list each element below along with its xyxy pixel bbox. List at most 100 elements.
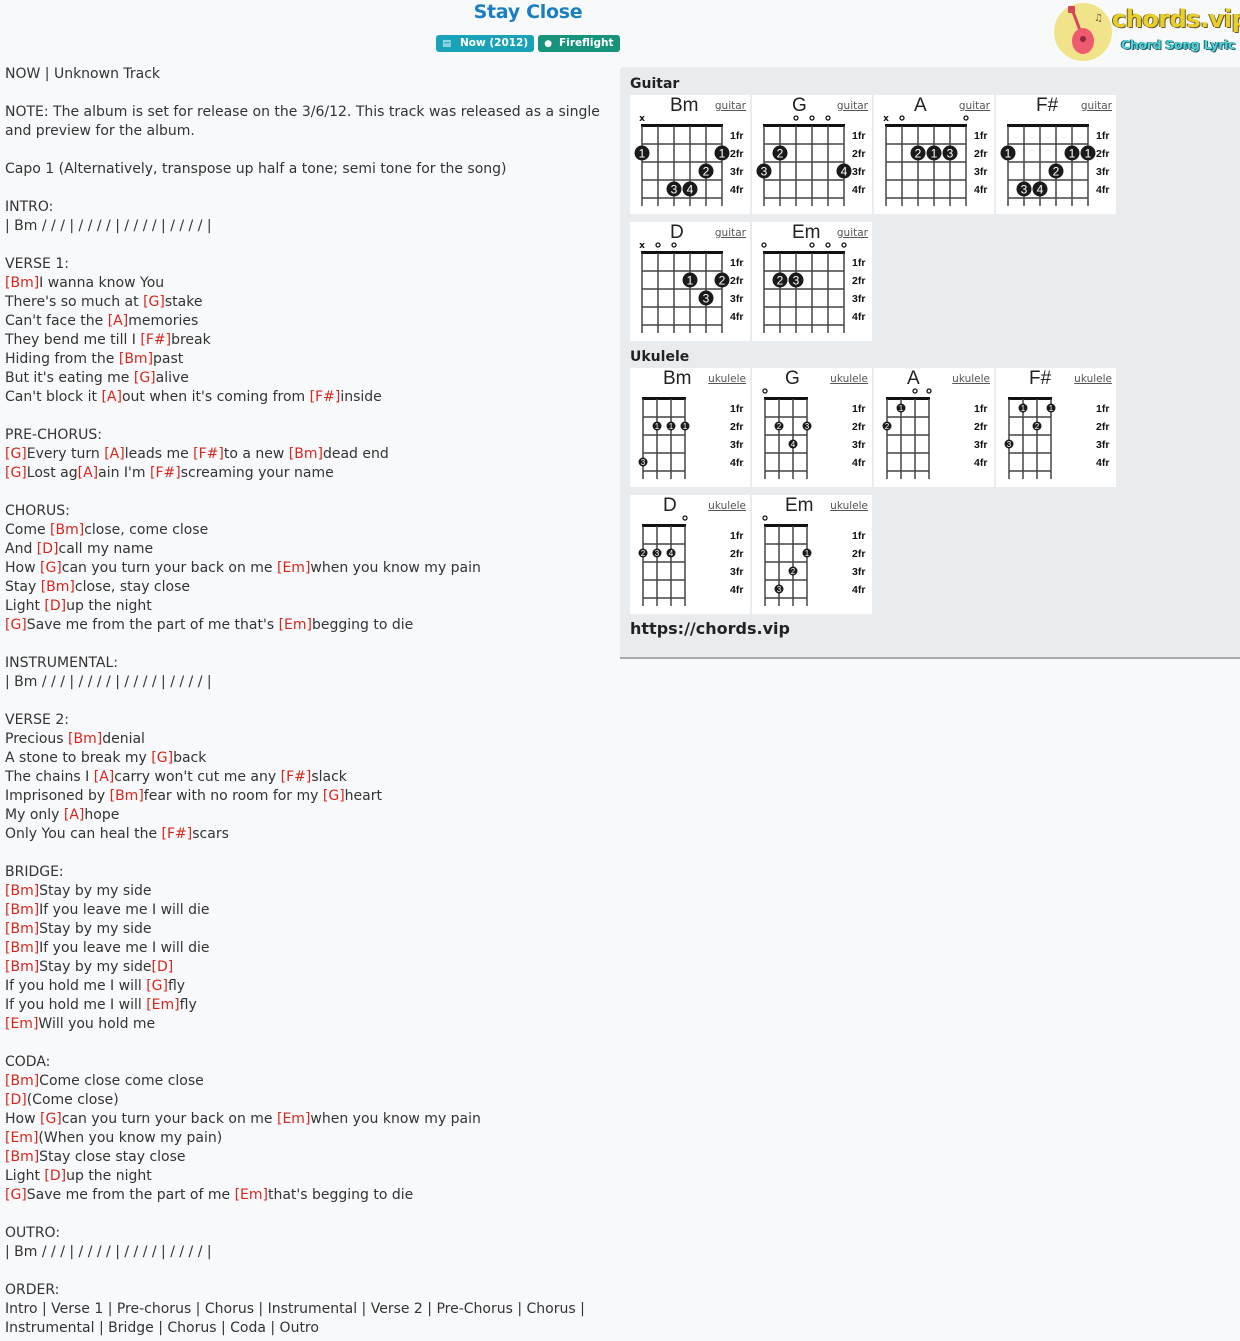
chord-link[interactable]: [Bm]: [41, 579, 75, 595]
chord-link[interactable]: [A]: [78, 465, 99, 481]
chord-link[interactable]: [Bm]: [5, 959, 39, 975]
lyric-line: CHORUS:: [5, 502, 605, 521]
logo-circle: ♫: [1054, 3, 1112, 61]
lyric-text: VERSE 1:: [5, 256, 69, 272]
open-string-marker: [762, 388, 768, 394]
guitar-chord-fsharp[interactable]: F# guitar 1fr 2fr 3fr 4fr 1 1 1 2 3 4: [996, 95, 1116, 214]
chord-link[interactable]: [Bm]: [289, 446, 323, 462]
chord-link[interactable]: [Bm]: [68, 731, 102, 747]
chord-link[interactable]: [A]: [104, 446, 125, 462]
chord-link[interactable]: [G]: [5, 446, 27, 462]
lyric-line: Light [D]up the night: [5, 597, 605, 616]
fret-label: 3fr: [852, 166, 865, 178]
chord-link[interactable]: [G]: [143, 294, 165, 310]
chord-link[interactable]: [F#]: [162, 826, 193, 842]
chord-link[interactable]: [Em]: [277, 1111, 310, 1127]
chord-link[interactable]: [A]: [108, 313, 129, 329]
lyric-text: to a new: [223, 446, 289, 462]
lyric-text: call my name: [58, 541, 154, 557]
chord-link[interactable]: [Bm]: [5, 902, 39, 918]
chord-link[interactable]: [F#]: [281, 769, 312, 785]
ukulele-chord-d[interactable]: Dukulele 1fr 2fr 3fr 4fr 2 3 4: [630, 495, 750, 614]
finger-number: 3: [671, 183, 678, 197]
chord-link[interactable]: [A]: [64, 807, 85, 823]
chord-link[interactable]: [Bm]: [50, 522, 84, 538]
fret-label: 2fr: [730, 275, 743, 287]
chord-link[interactable]: [G]: [40, 1111, 62, 1127]
chord-link[interactable]: [Em]: [5, 1016, 38, 1032]
chord-link[interactable]: [F#]: [150, 465, 181, 481]
chord-link[interactable]: [Bm]: [5, 921, 39, 937]
album-badge[interactable]: ▤ Now (2012): [436, 35, 535, 52]
lyric-line: But it's eating me [G]alive: [5, 369, 605, 388]
nut: [885, 124, 967, 127]
lyric-text: CHORUS:: [5, 503, 70, 519]
lyric-text: Save me from the part of me that's: [26, 617, 279, 633]
lyric-line: [Em]Will you hold me: [5, 1015, 605, 1034]
ukulele-chord-g[interactable]: Gukulele 1fr 2fr 3fr 4fr 2 3 4: [752, 368, 872, 487]
chord-link[interactable]: [D]: [44, 598, 66, 614]
lyric-text: INSTRUMENTAL:: [5, 655, 118, 671]
chord-link[interactable]: [Em]: [277, 560, 310, 576]
chord-link[interactable]: [Bm]: [5, 275, 39, 291]
finger-number: 1: [899, 404, 904, 413]
fret-label: 2fr: [852, 148, 865, 160]
open-string-marker: [761, 242, 767, 248]
chord-link[interactable]: [Bm]: [119, 351, 153, 367]
chord-link[interactable]: [Bm]: [110, 788, 144, 804]
chord-link[interactable]: [A]: [94, 769, 115, 785]
lyric-line: VERSE 1:: [5, 255, 605, 274]
guitar-chord-bm[interactable]: Bm guitar x 1fr 2fr 3fr 4fr 1 1 2 3 4: [630, 95, 750, 214]
fret-label: 1fr: [730, 130, 743, 142]
chord-link[interactable]: [D]: [152, 959, 174, 975]
ukulele-chord-em[interactable]: Em ukulele 1fr 2fr 3fr 4fr 1 2 3: [752, 495, 872, 614]
lyric-line: NOW | Unknown Track: [5, 65, 605, 84]
chord-link[interactable]: [G]: [40, 560, 62, 576]
svg-text:♫: ♫: [1094, 13, 1103, 24]
open-string-marker: [899, 115, 905, 121]
chord-link[interactable]: [F#]: [193, 446, 224, 462]
guitar-chord-g[interactable]: Gguitar 1fr 2fr 3fr 4fr 2 3 4: [752, 95, 872, 214]
chord-link[interactable]: [Em]: [279, 617, 312, 633]
chord-link[interactable]: [G]: [146, 978, 168, 994]
site-logo[interactable]: ♫ chords.vip Chord Song Lyric: [1054, 3, 1240, 61]
artist-badge[interactable]: ● Fireflight: [538, 35, 620, 52]
lyric-text: Can't block it: [5, 389, 102, 405]
lyric-text: A stone to break my: [5, 750, 152, 766]
chord-link[interactable]: [G]: [151, 750, 173, 766]
lyric-line: | Bm / / / | / / / / | / / / / | / / / /…: [5, 1243, 605, 1262]
ukulele-chord-a[interactable]: Aukulele 1fr 2fr 3fr 4fr 1 2: [874, 368, 994, 487]
chord-link[interactable]: [D]: [5, 1092, 27, 1108]
chord-link[interactable]: [F#]: [310, 389, 341, 405]
chord-link[interactable]: [Bm]: [5, 1149, 39, 1165]
fret-label: 4fr: [852, 457, 865, 469]
guitar-chord-d[interactable]: Dguitar x 1fr 2fr 3fr 4fr 1 2 3: [630, 222, 750, 341]
chord-link[interactable]: [G]: [323, 788, 345, 804]
chord-link[interactable]: [G]: [134, 370, 156, 386]
finger-number: 1: [1049, 404, 1054, 413]
chord-link[interactable]: [Em]: [146, 997, 179, 1013]
ukulele-chord-fsharp[interactable]: F# ukulele 1fr 2fr 3fr 4fr 1 1 2 3: [996, 368, 1116, 487]
lyric-text: memories: [128, 313, 199, 329]
fret-label: 4fr: [1096, 457, 1109, 469]
chord-link[interactable]: [D]: [44, 1168, 66, 1184]
chord-link[interactable]: [Em]: [235, 1187, 268, 1203]
chord-link[interactable]: [A]: [101, 389, 122, 405]
chord-link[interactable]: [F#]: [140, 332, 171, 348]
finger-number: 1: [655, 422, 660, 431]
lyric-text: BRIDGE:: [5, 864, 64, 880]
chord-link[interactable]: [D]: [37, 541, 59, 557]
fretboard-diagram: 1fr 2fr 3fr 4fr 23 4: [756, 115, 865, 206]
chord-link[interactable]: [G]: [5, 617, 27, 633]
chord-link[interactable]: [G]: [5, 465, 27, 481]
ukulele-chord-bm[interactable]: Bm ukulele 1fr 2fr 3fr 4fr 1 1 1 3: [630, 368, 750, 487]
guitar-chord-a[interactable]: Aguitar x 1fr 2fr 3fr 4fr 2 1 3: [874, 95, 994, 214]
chord-link[interactable]: [Em]: [5, 1130, 38, 1146]
chord-link[interactable]: [Bm]: [5, 1073, 39, 1089]
chord-link[interactable]: [Bm]: [5, 883, 39, 899]
chord-link[interactable]: [Bm]: [5, 940, 39, 956]
chord-link[interactable]: [G]: [5, 1187, 27, 1203]
guitar-chord-em[interactable]: Em guitar 1fr 2fr 3fr 4fr 2 3: [752, 222, 872, 341]
